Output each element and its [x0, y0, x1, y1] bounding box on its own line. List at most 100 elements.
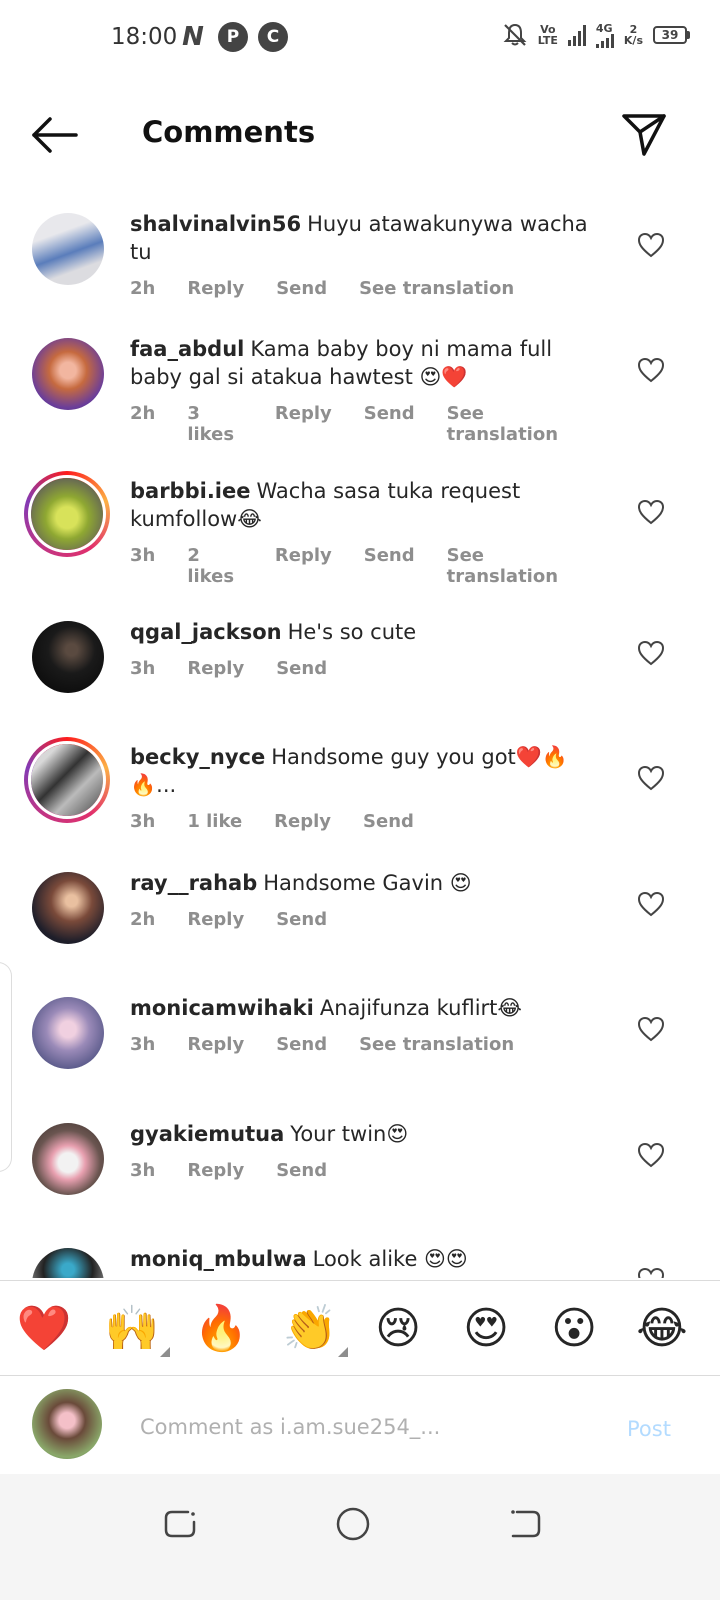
likes-count[interactable]: 1 like [187, 811, 242, 832]
comment-text: Anajifunza kuflirt😂 [319, 996, 522, 1020]
avatar-story-ring[interactable] [24, 471, 110, 557]
reaction-heart-emoji[interactable]: ❤️ [14, 1301, 74, 1357]
comments-list[interactable]: shalvinalvin56 Huyu atawakunywa wacha tu … [0, 190, 720, 1278]
reply-button[interactable]: Reply [275, 403, 332, 445]
c-app-icon: C [258, 22, 288, 52]
volte-indicator: Vo LTE [537, 23, 558, 47]
avatar[interactable] [32, 872, 104, 944]
reply-button[interactable]: Reply [187, 1160, 244, 1181]
avatar[interactable] [32, 997, 104, 1069]
send-button[interactable]: Send [364, 403, 415, 445]
comment-composer: Post [0, 1377, 720, 1473]
comment-text: He's so cute [287, 620, 417, 644]
heart-icon[interactable] [637, 891, 665, 917]
back-arrow-icon[interactable] [28, 113, 80, 157]
comment-username[interactable]: faa_abdul [130, 337, 244, 361]
direct-send-icon[interactable] [620, 110, 668, 158]
reaction-fire-emoji[interactable]: 🔥 [191, 1301, 251, 1357]
heart-icon[interactable] [637, 499, 665, 525]
signal-icon-1 [567, 24, 586, 46]
reply-button[interactable]: Reply [274, 811, 331, 832]
post-button[interactable]: Post [627, 1417, 671, 1441]
page-title: Comments [142, 115, 316, 149]
heart-icon[interactable] [637, 1016, 665, 1042]
comment-username[interactable]: qgal_jackson [130, 620, 282, 644]
comment-input[interactable] [140, 1407, 590, 1447]
reaction-heart-eyes-emoji[interactable]: 😍 [456, 1301, 516, 1357]
reply-button[interactable]: Reply [187, 909, 244, 930]
muted-bell-icon [503, 23, 527, 46]
current-user-avatar [32, 1389, 102, 1459]
emoji-reaction-bar: ❤️ 🙌 🔥 👏 😢 😍 😮 😂 [0, 1280, 720, 1376]
likes-count[interactable]: 3 likes [187, 403, 243, 445]
comment-time: 3h [130, 545, 156, 566]
status-time: 18:00 [111, 24, 178, 50]
pinterest-icon: P [218, 22, 248, 52]
signal-4g: 4G [595, 23, 614, 48]
likes-count[interactable]: 2 likes [187, 545, 243, 587]
heart-icon[interactable] [637, 357, 665, 383]
avatar[interactable] [32, 1123, 104, 1195]
avatar[interactable] [32, 1248, 104, 1278]
skin-tone-indicator [160, 1347, 170, 1357]
back-nav-icon[interactable] [505, 1504, 545, 1544]
comment-text: Handsome Gavin 😍 [263, 871, 472, 895]
status-bar: 18:00 N P C Vo LTE 4G 2 K/s 39 [0, 0, 720, 80]
reaction-clap-emoji[interactable]: 👏 [280, 1301, 348, 1357]
comment-username[interactable]: ray__rahab [130, 871, 257, 895]
send-button[interactable]: Send [276, 278, 327, 299]
comment-time: 3h [130, 811, 156, 832]
recents-icon[interactable] [160, 1504, 200, 1544]
comment-username[interactable]: moniq_mbulwa [130, 1247, 307, 1271]
comment-time: 2h [130, 403, 156, 424]
comment-username[interactable]: gyakiemutua [130, 1122, 284, 1146]
reaction-crying-emoji[interactable]: 😢 [368, 1301, 428, 1357]
send-button[interactable]: Send [363, 811, 414, 832]
reaction-surprised-emoji[interactable]: 😮 [544, 1301, 604, 1357]
comment-time: 3h [130, 1034, 156, 1055]
send-button[interactable]: Send [276, 1160, 327, 1181]
skin-tone-indicator [338, 1347, 348, 1357]
heart-icon[interactable] [637, 1142, 665, 1168]
heart-icon[interactable] [637, 232, 665, 258]
avatar[interactable] [32, 621, 104, 693]
see-translation-button[interactable]: See translation [447, 403, 578, 445]
reaction-raised-hands-emoji[interactable]: 🙌 [102, 1301, 170, 1357]
comment-username[interactable]: shalvinalvin56 [130, 212, 301, 236]
comment-text: Your twin😍 [290, 1122, 409, 1146]
see-translation-button[interactable]: See translation [359, 1034, 514, 1055]
heart-icon[interactable] [637, 1267, 665, 1278]
send-button[interactable]: Send [276, 658, 327, 679]
comment-time: 3h [130, 1160, 156, 1181]
avatar[interactable] [32, 338, 104, 410]
network-speed: 2 K/s [623, 23, 643, 47]
reply-button[interactable]: Reply [187, 658, 244, 679]
comment-username[interactable]: becky_nyce [130, 745, 265, 769]
reply-button[interactable]: Reply [275, 545, 332, 587]
heart-icon[interactable] [637, 640, 665, 666]
avatar-story-ring[interactable] [24, 737, 110, 823]
netflix-icon: N [182, 22, 204, 52]
edge-panel-handle[interactable] [0, 962, 12, 1172]
avatar[interactable] [32, 213, 104, 285]
send-button[interactable]: Send [276, 1034, 327, 1055]
comment-text: Look alike 😍😍 [312, 1247, 468, 1271]
comment-username[interactable]: monicamwihaki [130, 996, 314, 1020]
comment-time: 2h [130, 278, 156, 299]
battery-icon: 39 [653, 26, 690, 44]
reaction-laughing-emoji[interactable]: 😂 [632, 1301, 692, 1357]
reply-button[interactable]: Reply [187, 1034, 244, 1055]
send-button[interactable]: Send [364, 545, 415, 587]
reply-button[interactable]: Reply [187, 278, 244, 299]
system-nav-bar [0, 1474, 720, 1600]
comments-header: Comments [0, 95, 720, 175]
comment-time: 2h [130, 909, 156, 930]
see-translation-button[interactable]: See translation [359, 278, 514, 299]
home-icon[interactable] [333, 1504, 373, 1544]
status-system-icons: Vo LTE 4G 2 K/s 39 [502, 22, 690, 48]
comment-username[interactable]: barbbi.iee [130, 479, 250, 503]
see-translation-button[interactable]: See translation [447, 545, 578, 587]
send-button[interactable]: Send [276, 909, 327, 930]
heart-icon[interactable] [637, 765, 665, 791]
comment-time: 3h [130, 658, 156, 679]
